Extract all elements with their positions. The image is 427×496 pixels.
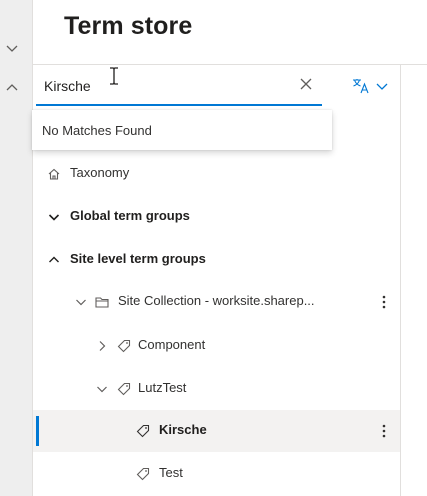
chevron-down-icon bbox=[376, 83, 388, 90]
page-title: Term store bbox=[64, 12, 193, 40]
chevron-up-icon[interactable] bbox=[2, 78, 22, 98]
translate-icon bbox=[353, 79, 369, 94]
tree-item-test[interactable]: Test bbox=[33, 453, 400, 495]
tree-item-component[interactable]: Component bbox=[33, 325, 400, 367]
tree-item-label: Test bbox=[159, 465, 183, 480]
search-input[interactable] bbox=[36, 71, 284, 101]
tree-item-taxonomy[interactable]: Taxonomy bbox=[33, 153, 400, 195]
home-icon bbox=[48, 168, 60, 180]
tree-item-label: Global term groups bbox=[70, 208, 190, 223]
tree-item-label: Component bbox=[138, 337, 206, 352]
folder-icon bbox=[95, 297, 109, 308]
tag-icon bbox=[117, 339, 131, 353]
chevron-down-icon bbox=[97, 386, 107, 393]
chevron-right-icon bbox=[99, 341, 106, 351]
panel-divider bbox=[400, 65, 401, 496]
tree-item-label: Site level term groups bbox=[70, 251, 206, 266]
search-box[interactable] bbox=[36, 68, 322, 106]
tree-item-label: Kirsche bbox=[159, 422, 207, 437]
tree-item-kirsche[interactable]: Kirsche bbox=[33, 410, 400, 452]
tag-icon bbox=[136, 424, 150, 438]
tree-item-site-collection[interactable]: Site Collection - worksite.sharep... bbox=[33, 281, 400, 323]
tag-icon bbox=[136, 467, 150, 481]
tree-item-label: LutzTest bbox=[138, 380, 187, 395]
more-options-icon[interactable] bbox=[382, 423, 386, 439]
tree-item-site-groups[interactable]: Site level term groups bbox=[33, 239, 400, 281]
language-button[interactable] bbox=[352, 76, 392, 96]
more-options-icon[interactable] bbox=[382, 294, 386, 310]
selection-indicator bbox=[36, 416, 39, 446]
tree-item-global-groups[interactable]: Global term groups bbox=[33, 196, 400, 238]
chevron-down-icon[interactable] bbox=[2, 38, 22, 58]
chevron-up-icon bbox=[49, 256, 59, 263]
close-icon[interactable] bbox=[298, 76, 314, 92]
chevron-down-icon bbox=[76, 299, 86, 306]
no-matches-text: No Matches Found bbox=[42, 122, 152, 138]
search-suggestions: No Matches Found bbox=[32, 110, 332, 150]
header-divider bbox=[33, 64, 427, 65]
tree-item-label: Site Collection - worksite.sharep... bbox=[118, 293, 315, 308]
text-cursor-icon bbox=[110, 67, 118, 85]
left-rail bbox=[0, 0, 33, 496]
tag-icon bbox=[117, 382, 131, 396]
tree-item-label: Taxonomy bbox=[70, 165, 130, 180]
chevron-down-icon bbox=[48, 214, 60, 221]
tree-item-lutztest[interactable]: LutzTest bbox=[33, 368, 400, 410]
